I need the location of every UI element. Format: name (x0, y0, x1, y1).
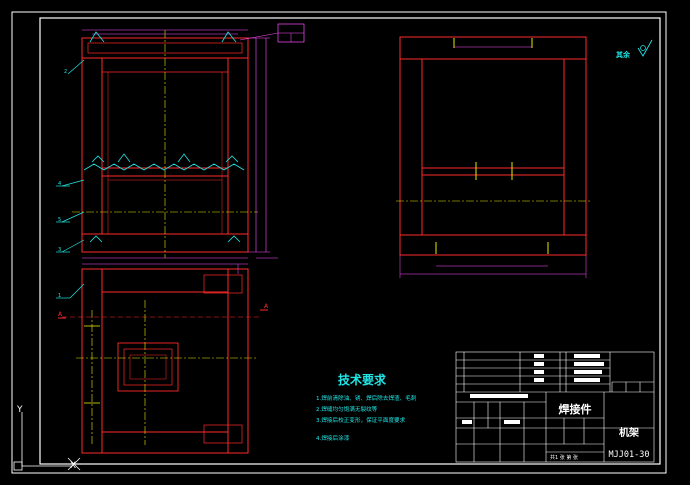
drawing-number-label: MJJ01-30 (609, 450, 650, 460)
leader-label-1: 1 (58, 293, 61, 299)
leader-label-4: 4 (58, 181, 61, 187)
tech-requirement-1: 1.焊前清除油、锈、焊后除去焊渣、毛刺 (316, 394, 417, 402)
tech-requirement-3: 3.焊接后校正变形，保证平面度要求 (316, 416, 406, 424)
leader-label-5: 5 (58, 217, 61, 223)
leader-label-3: 3 (58, 247, 61, 253)
sheet-count-label: 共1 张 第 张 (550, 454, 578, 461)
tech-requirement-2: 2.焊缝均匀饱满无裂纹等 (316, 405, 378, 413)
tech-requirements-title: 技术要求 (338, 372, 387, 387)
ucs-x-label: X (70, 461, 76, 471)
part-name-label: 机架 (619, 426, 639, 439)
surface-note-label: 其余 (616, 50, 631, 59)
drawing-sheet: 技术要求 1.焊前清除油、锈、焊后除去焊渣、毛刺 2.焊缝均匀饱满无裂纹等 3.… (0, 0, 690, 485)
tech-requirement-4: 4.焊接后涂漆 (316, 434, 350, 442)
leader-label-2: 2 (64, 69, 67, 75)
assembly-type-label: 焊接件 (559, 402, 592, 416)
ucs-y-label: Y (16, 405, 23, 415)
